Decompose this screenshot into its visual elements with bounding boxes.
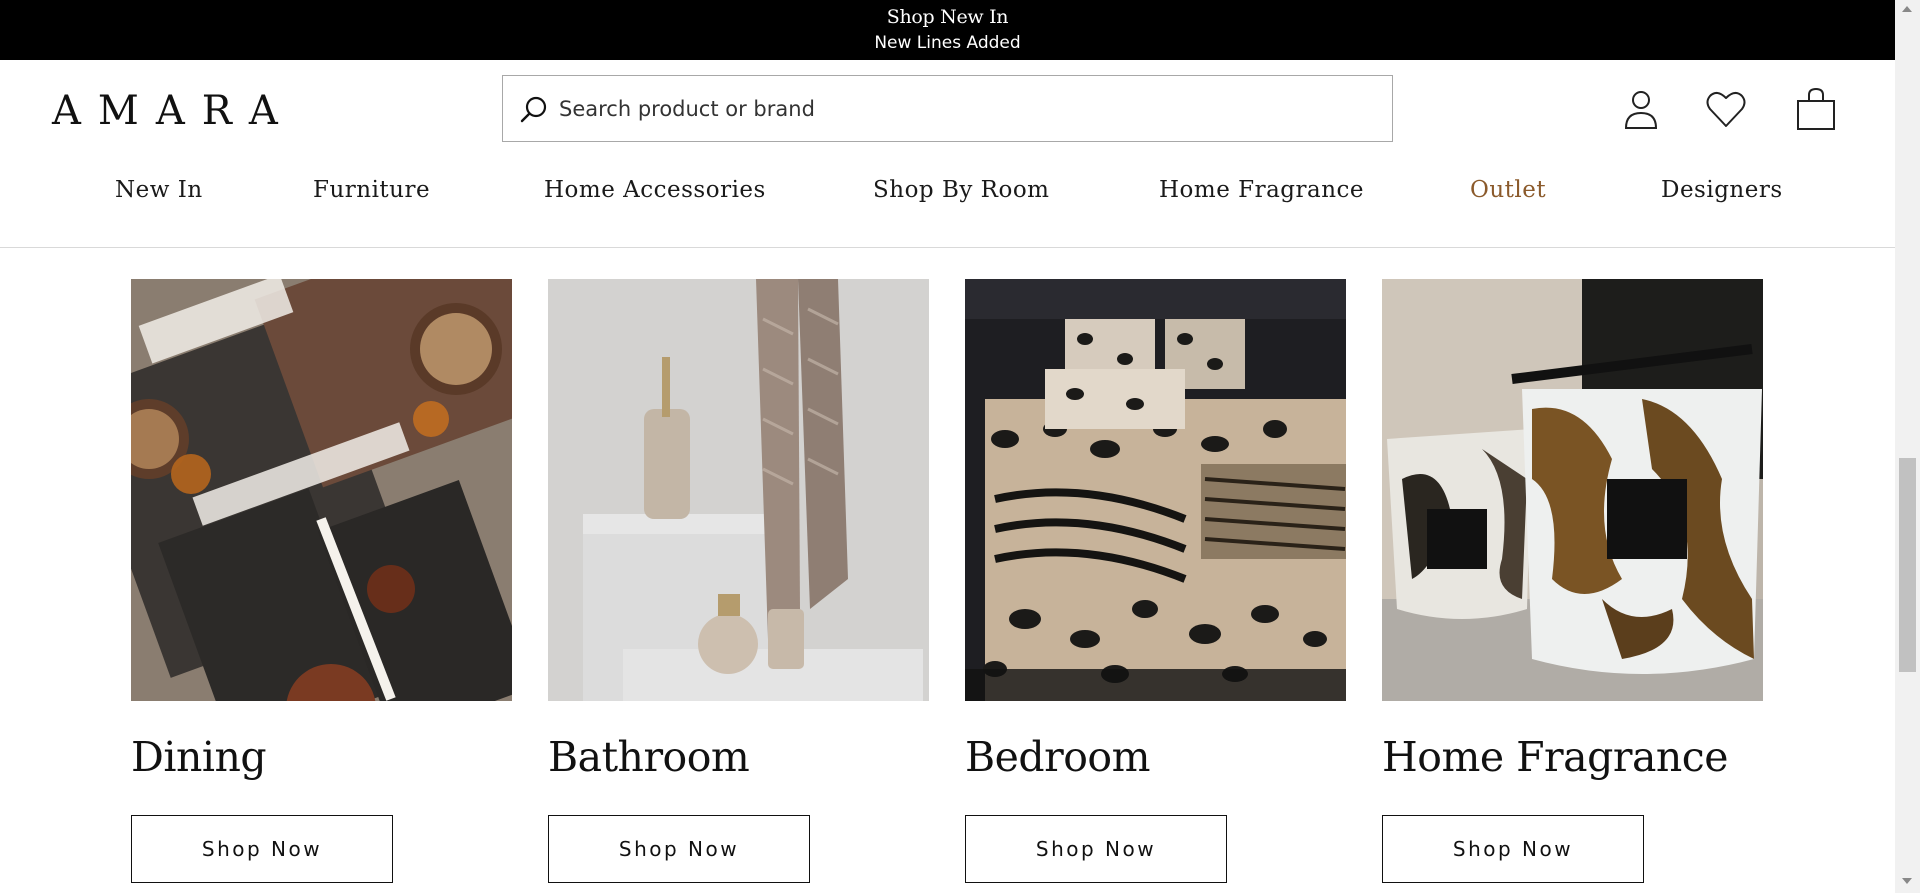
shop-now-button[interactable]: Shop Now bbox=[1382, 815, 1644, 883]
leopard-print-bedding-image[interactable] bbox=[965, 279, 1346, 701]
category-title[interactable]: Home Fragrance bbox=[1382, 733, 1729, 781]
baobab-candles-image[interactable] bbox=[1382, 279, 1763, 701]
category-title[interactable]: Bedroom bbox=[965, 733, 1150, 781]
nav-item-home-accessories[interactable]: Home Accessories bbox=[544, 177, 766, 203]
search-bar[interactable] bbox=[502, 75, 1393, 142]
main-navigation: New In Furniture Home Accessories Shop B… bbox=[0, 177, 1895, 235]
shopping-bag-icon[interactable] bbox=[1794, 87, 1838, 131]
scrollbar-thumb[interactable] bbox=[1899, 458, 1916, 672]
scroll-down-arrow-icon[interactable] bbox=[1902, 878, 1912, 884]
category-title[interactable]: Dining bbox=[131, 733, 267, 781]
nav-item-outlet[interactable]: Outlet bbox=[1470, 177, 1546, 203]
nav-item-new-in[interactable]: New In bbox=[115, 177, 203, 203]
amara-logo[interactable]: AMARA bbox=[52, 88, 295, 134]
category-title[interactable]: Bathroom bbox=[548, 733, 750, 781]
wishlist-heart-icon[interactable] bbox=[1704, 87, 1748, 131]
dining-table-setting-image[interactable] bbox=[131, 279, 512, 701]
page-scrollbar[interactable] bbox=[1895, 0, 1920, 893]
nav-item-shop-by-room[interactable]: Shop By Room bbox=[873, 177, 1049, 203]
promo-subtitle[interactable]: New Lines Added bbox=[0, 33, 1895, 53]
promo-banner[interactable]: Shop New In New Lines Added bbox=[0, 0, 1895, 60]
scroll-up-arrow-icon[interactable] bbox=[1902, 6, 1912, 12]
bathroom-accessories-image[interactable] bbox=[548, 279, 929, 701]
account-icon[interactable] bbox=[1619, 87, 1663, 131]
shop-now-button[interactable]: Shop Now bbox=[965, 815, 1227, 883]
nav-item-furniture[interactable]: Furniture bbox=[313, 177, 430, 203]
search-icon[interactable] bbox=[518, 94, 550, 126]
shop-now-button[interactable]: Shop Now bbox=[131, 815, 393, 883]
promo-title[interactable]: Shop New In bbox=[0, 6, 1895, 28]
search-input[interactable] bbox=[559, 76, 1359, 141]
nav-item-home-fragrance[interactable]: Home Fragrance bbox=[1159, 177, 1364, 203]
site-header: AMARA New In Furniture Home Accessories … bbox=[0, 60, 1895, 248]
shop-now-button[interactable]: Shop Now bbox=[548, 815, 810, 883]
nav-item-designers[interactable]: Designers bbox=[1661, 177, 1783, 203]
